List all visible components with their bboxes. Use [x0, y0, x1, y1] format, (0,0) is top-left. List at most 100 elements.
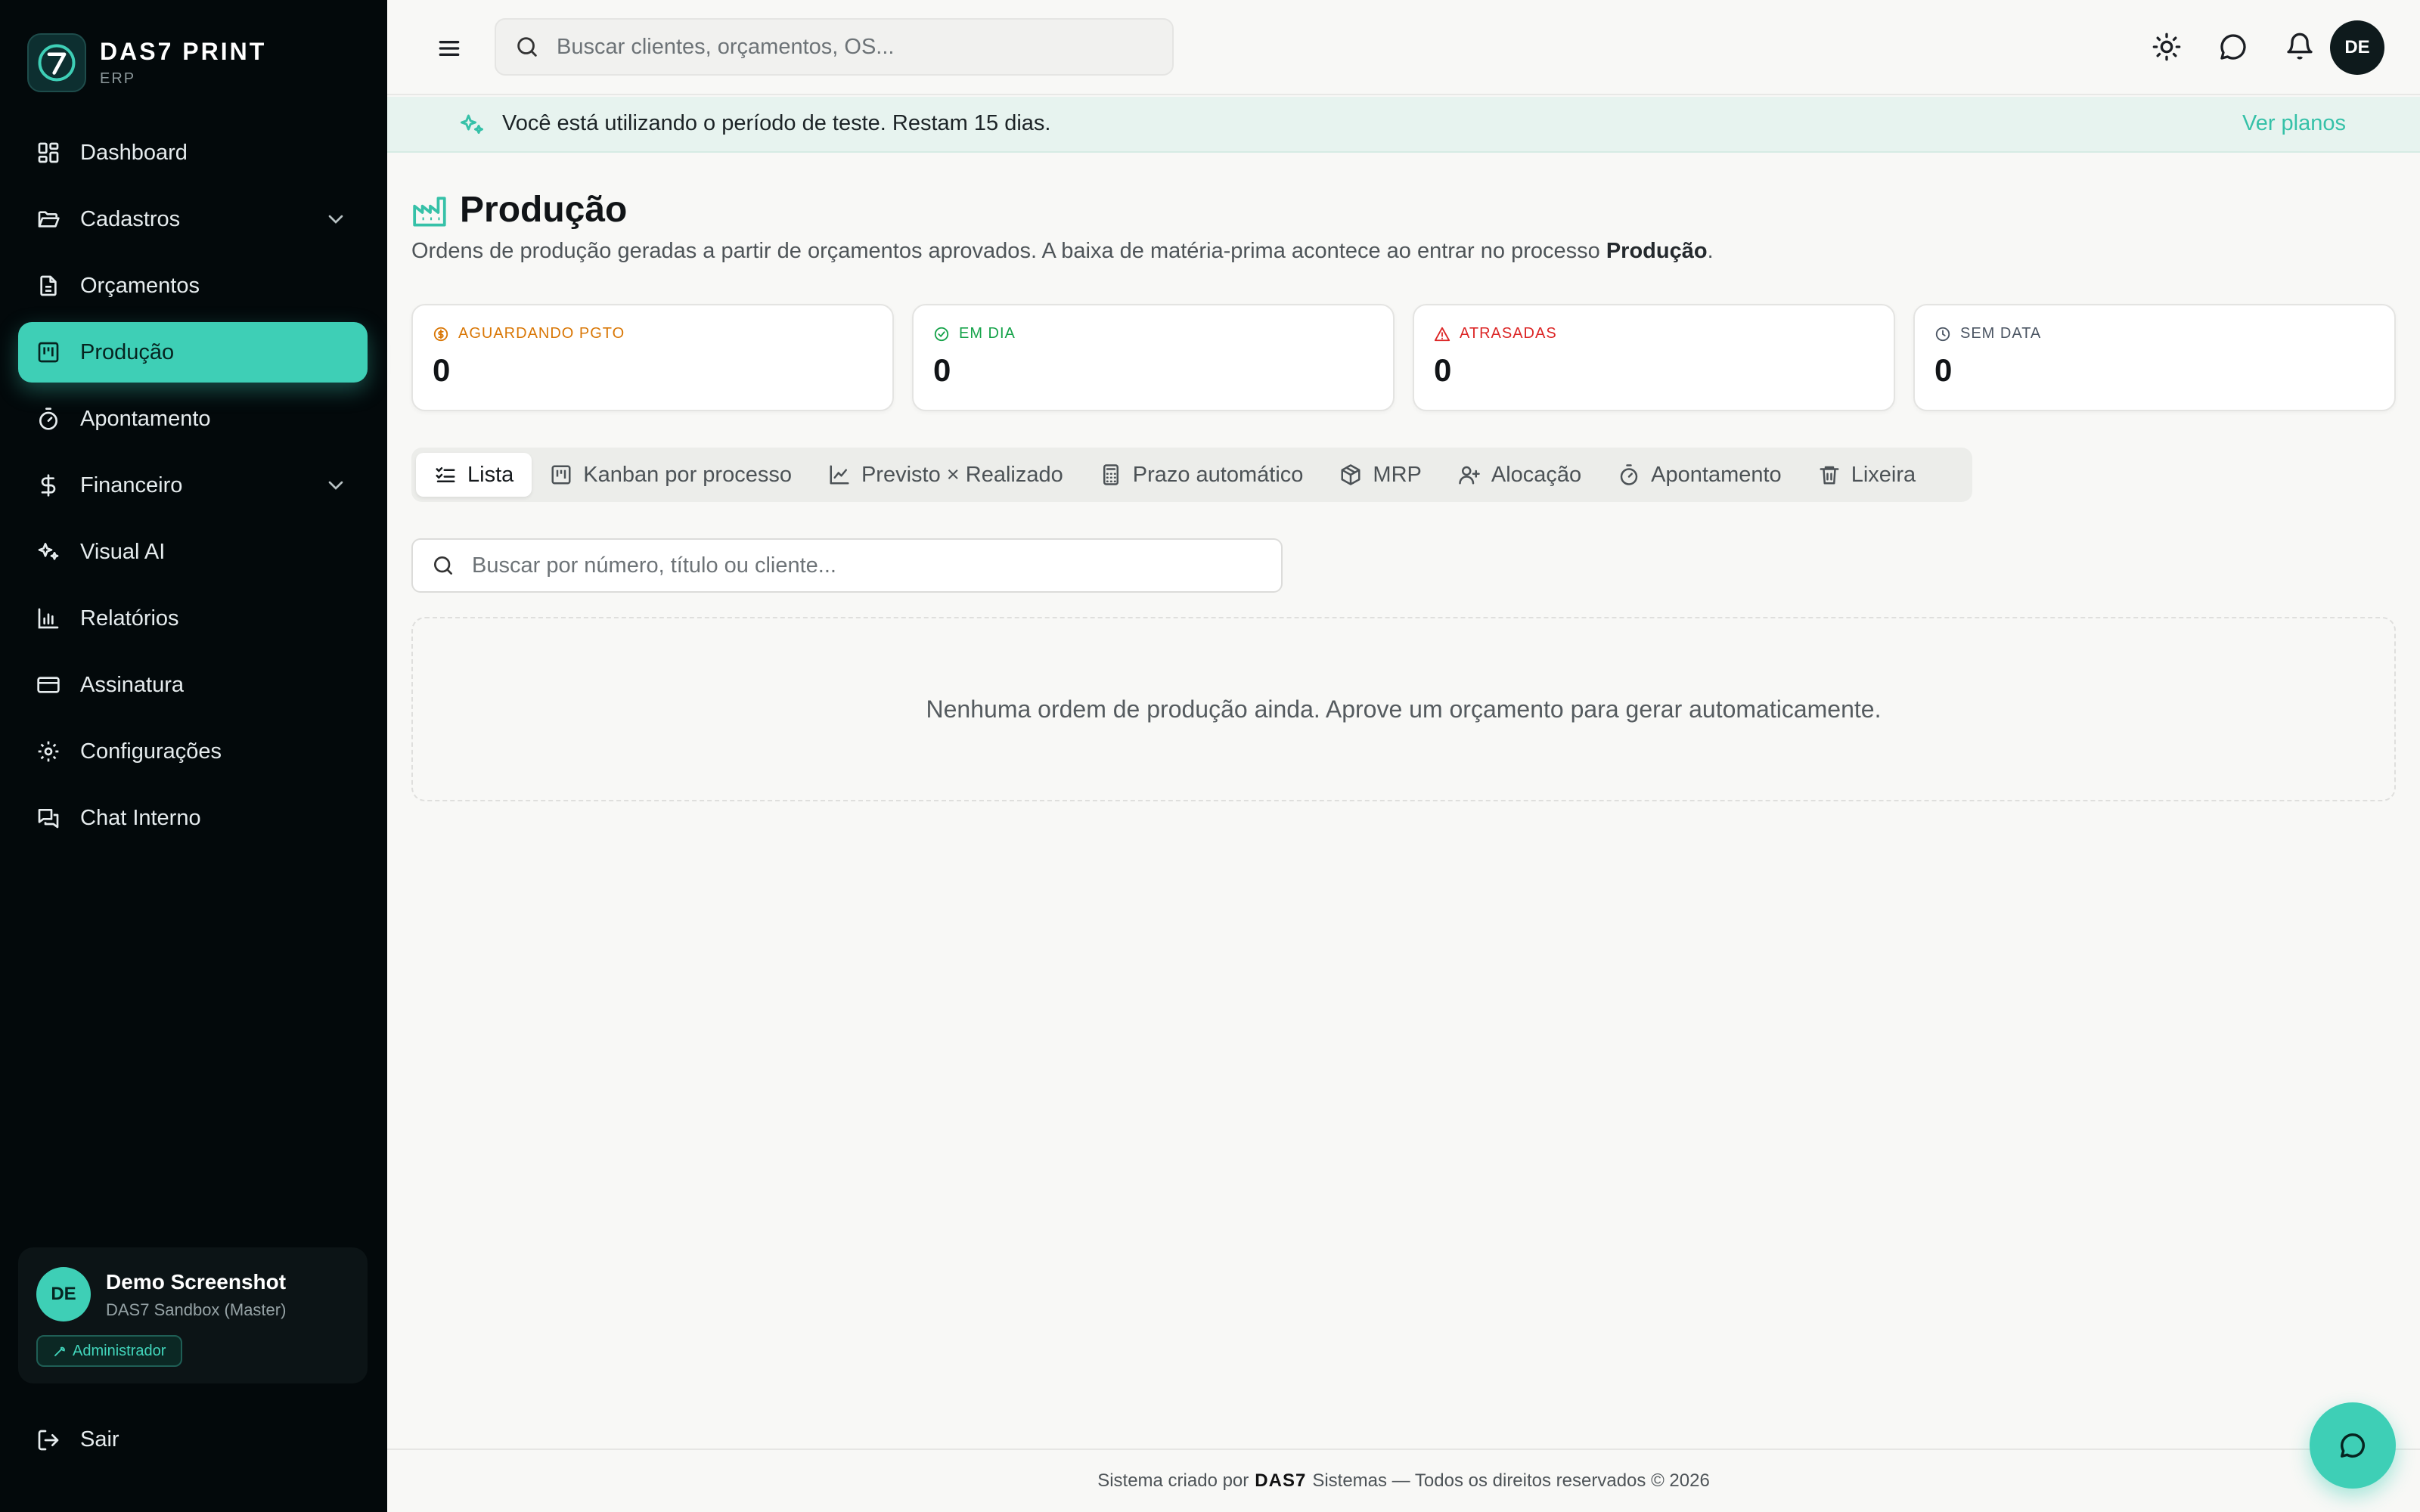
user-card[interactable]: DE Demo Screenshot DAS7 Sandbox (Master)…	[18, 1247, 368, 1383]
bell-icon[interactable]	[2285, 32, 2315, 62]
sidebar-item-label: Assinatura	[80, 672, 185, 697]
empty-state: Nenhuma ordem de produção ainda. Aprove …	[411, 617, 2396, 801]
sidebar-item-label: Dashboard	[80, 140, 188, 165]
brand[interactable]: DAS7 PRINT ERP	[27, 33, 266, 92]
brand-subtitle: ERP	[100, 70, 136, 87]
sidebar-item-label: Apontamento	[80, 406, 211, 431]
sidebar-item-label: Orçamentos	[80, 273, 200, 298]
stat-value: 0	[433, 352, 451, 388]
search-icon	[517, 37, 537, 57]
tab-prazo-automatico[interactable]: Prazo automático	[1081, 453, 1322, 497]
trial-banner: Você está utilizando o período de teste.…	[387, 97, 2420, 153]
chat-fab-button[interactable]	[2310, 1402, 2396, 1489]
tab-previsto-realizado[interactable]: Previsto × Realizado	[810, 453, 1081, 497]
document-icon	[40, 275, 57, 296]
tab-label: Apontamento	[1651, 462, 1782, 487]
timer-icon	[1620, 464, 1638, 485]
role-badge: Administrador	[36, 1335, 183, 1367]
stat-card-no-date: SEM DATA 0	[1913, 304, 2396, 411]
sidebar-item-producao[interactable]: Produção	[18, 322, 368, 383]
warning-icon	[1434, 327, 1450, 341]
check-circle-icon	[934, 327, 949, 341]
gear-icon	[38, 741, 59, 762]
logout-button[interactable]: Sair	[36, 1427, 119, 1452]
tab-mrp[interactable]: MRP	[1321, 453, 1439, 497]
sidebar-item-assinatura[interactable]: Assinatura	[18, 655, 368, 715]
stat-label: EM DIA	[959, 325, 1016, 342]
bar-chart-icon	[38, 608, 59, 629]
orders-search-input[interactable]	[472, 553, 1228, 578]
message-icon	[2341, 1433, 2365, 1458]
search-input[interactable]	[557, 34, 1146, 60]
sidebar-item-relatorios[interactable]: Relatórios	[18, 588, 368, 649]
folder-icon	[38, 211, 60, 228]
brand-name: DAS7 PRINT	[100, 38, 267, 65]
view-plans-link[interactable]: Ver planos	[2242, 111, 2346, 136]
timer-icon	[39, 407, 57, 430]
dollar-icon	[41, 474, 56, 497]
stat-value: 0	[1934, 352, 1953, 388]
page-description: Ordens de produção geradas a partir de o…	[411, 239, 1714, 264]
trial-message: Você está utilizando o período de teste.…	[502, 111, 1051, 135]
user-plus-icon	[1459, 466, 1480, 485]
factory-icon	[413, 197, 446, 227]
dashboard-icon	[38, 142, 59, 163]
sparkles-icon	[38, 543, 59, 560]
tab-lixeira[interactable]: Lixeira	[1800, 453, 1934, 497]
message-icon[interactable]	[2218, 32, 2248, 62]
calculator-icon	[1103, 464, 1118, 485]
sidebar-item-configuracoes[interactable]: Configurações	[18, 721, 368, 782]
stat-card-late: ATRASADAS 0	[1413, 304, 1895, 411]
page-title: Produção	[460, 190, 628, 230]
view-tabs: Lista Kanban por processo Previsto × Rea…	[411, 448, 1972, 502]
stat-card-awaiting-payment: AGUARDANDO PGTO 0	[411, 304, 894, 411]
user-name: Demo Screenshot	[106, 1270, 287, 1294]
line-chart-icon	[830, 465, 849, 485]
avatar: DE	[36, 1267, 91, 1321]
sidebar-item-dashboard[interactable]: Dashboard	[18, 122, 368, 183]
orders-search[interactable]	[411, 538, 1283, 593]
tab-kanban-por-processo[interactable]: Kanban por processo	[532, 453, 810, 497]
tab-label: Alocação	[1491, 462, 1582, 487]
user-avatar-button[interactable]: DE	[2330, 20, 2384, 75]
stat-label: AGUARDANDO PGTO	[458, 325, 625, 342]
sidebar-item-label: Relatórios	[80, 606, 179, 631]
search-icon	[434, 556, 452, 575]
sidebar-item-financeiro[interactable]: Financeiro	[18, 455, 368, 516]
sidebar-item-chat-interno[interactable]: Chat Interno	[18, 788, 368, 848]
package-icon	[1341, 464, 1360, 485]
tab-apontamento[interactable]: Apontamento	[1599, 453, 1800, 497]
menu-icon[interactable]	[434, 33, 464, 64]
tab-label: MRP	[1373, 462, 1422, 487]
tab-label: Kanban por processo	[583, 462, 792, 487]
chat-icon	[38, 809, 59, 829]
stat-card-on-time: EM DIA 0	[912, 304, 1395, 411]
sidebar-item-orcamentos[interactable]: Orçamentos	[18, 256, 368, 316]
stat-value: 0	[1434, 352, 1452, 388]
theme-toggle-icon[interactable]	[2152, 32, 2182, 62]
chevron-down-icon[interactable]	[324, 473, 348, 497]
tab-label: Previsto × Realizado	[861, 462, 1063, 487]
tab-label: Prazo automático	[1132, 462, 1304, 487]
footer: Sistema criado por DAS7 Sistemas — Todos…	[387, 1448, 2420, 1512]
role-label: Administrador	[73, 1342, 166, 1359]
sparkles-icon	[461, 114, 483, 134]
dollar-circle-icon	[433, 327, 448, 341]
sidebar: DAS7 PRINT ERP Dashboard Cadastros Orçam…	[0, 0, 387, 1512]
stat-label: SEM DATA	[1960, 325, 2042, 342]
footer-prefix: Sistema criado por	[1097, 1470, 1249, 1491]
sidebar-item-apontamento[interactable]: Apontamento	[18, 389, 368, 449]
sidebar-item-label: Chat Interno	[80, 805, 201, 830]
chevron-down-icon[interactable]	[324, 207, 348, 231]
tab-lista[interactable]: Lista	[416, 453, 532, 497]
sidebar-item-cadastros[interactable]: Cadastros	[18, 189, 368, 249]
logout-icon	[38, 1430, 59, 1450]
stat-label: ATRASADAS	[1460, 325, 1557, 342]
tab-alocacao[interactable]: Alocação	[1440, 453, 1599, 497]
kanban-icon	[38, 342, 59, 363]
sidebar-item-label: Produção	[80, 339, 175, 364]
global-search[interactable]	[495, 18, 1174, 76]
footer-suffix: Sistemas — Todos os direitos reservados …	[1312, 1470, 1710, 1491]
kanban-icon	[551, 465, 571, 485]
sidebar-item-visual-ai[interactable]: Visual AI	[18, 522, 368, 582]
